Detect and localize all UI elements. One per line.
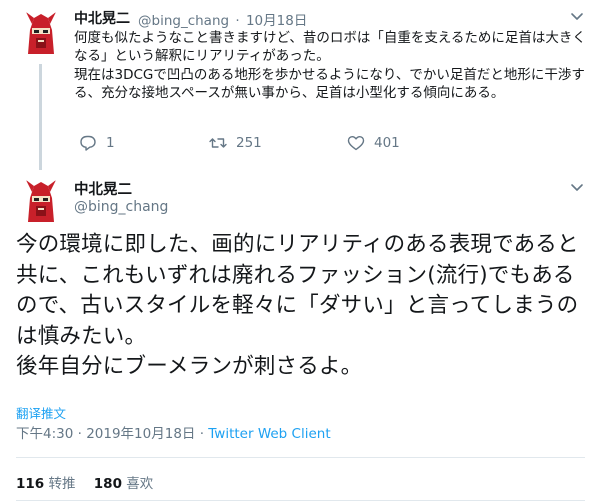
divider	[16, 457, 585, 458]
reply-count: 1	[106, 135, 115, 151]
tweet-stats: 116 转推 180 喜欢	[16, 472, 167, 492]
author-handle[interactable]: @bing_chang	[138, 13, 229, 29]
retweet-stat-label: 转推	[48, 476, 76, 492]
like-icon	[346, 134, 366, 152]
tweet-meta: @bing_chang · 10月18日	[138, 9, 309, 29]
tweet-timestamp: 下午4:30 · 2019年10月18日 · Twitter Web Clien…	[16, 422, 331, 442]
timestamp-text[interactable]: 下午4:30 · 2019年10月18日 ·	[16, 426, 208, 442]
tweet-date[interactable]: 10月18日	[246, 13, 307, 29]
client-link[interactable]: Twitter Web Client	[208, 426, 330, 442]
retweet-count: 251	[236, 135, 262, 151]
author-handle[interactable]: @bing_chang	[74, 199, 168, 215]
avatar[interactable]	[16, 8, 66, 58]
meta-separator: ·	[235, 13, 240, 29]
like-count: 401	[374, 135, 400, 151]
tweet-text: 何度も似たようなこと書きますけど、昔のロボは「自重を支えるために足首は大きくなる…	[74, 30, 586, 102]
tweet-text: 今の環境に即した、画的にリアリティのある表現であると共に、これもいずれは廃れるフ…	[16, 232, 579, 380]
divider	[16, 500, 585, 501]
retweet-stat-count: 116	[16, 476, 45, 492]
chevron-down-icon[interactable]	[570, 12, 584, 22]
retweet-action[interactable]: 251	[208, 134, 262, 152]
like-stat[interactable]: 180 喜欢	[94, 476, 153, 492]
like-stat-label: 喜欢	[126, 476, 154, 492]
retweet-stat[interactable]: 116 转推	[16, 476, 75, 492]
like-action[interactable]: 401	[346, 134, 400, 152]
chevron-down-icon[interactable]	[570, 183, 584, 193]
avatar[interactable]	[16, 176, 66, 226]
like-stat-count: 180	[93, 476, 122, 492]
author-name[interactable]: 中北晃二	[74, 8, 130, 28]
translate-tweet-link[interactable]: 翻译推文	[16, 403, 66, 422]
reply-action[interactable]: 1	[78, 134, 115, 152]
author-name[interactable]: 中北晃二	[74, 178, 132, 199]
retweet-icon	[208, 134, 228, 152]
thread-line	[39, 64, 42, 170]
reply-icon	[78, 134, 98, 152]
